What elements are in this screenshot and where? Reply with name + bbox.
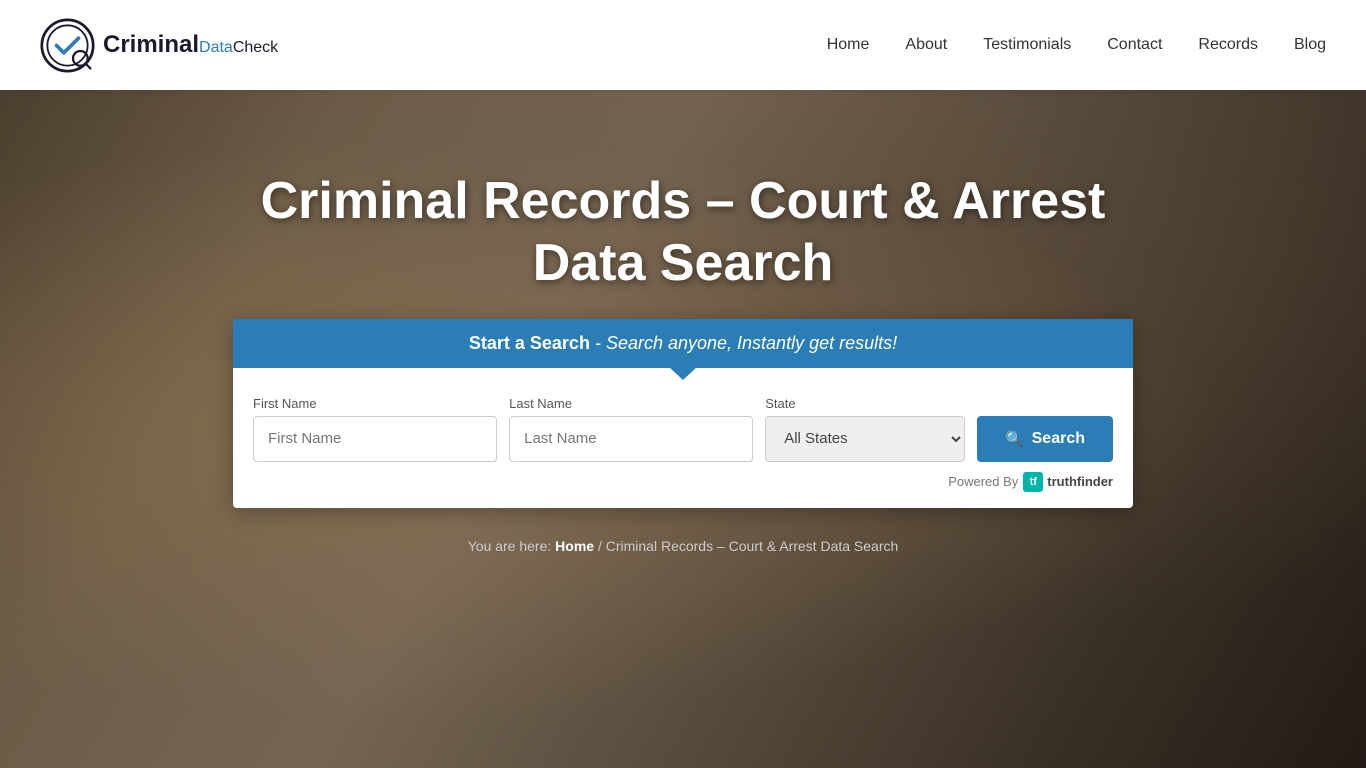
breadcrumb-prefix: You are here: xyxy=(468,538,555,554)
breadcrumb: You are here: Home / Criminal Records – … xyxy=(468,538,899,554)
hero-section: Criminal Records – Court & Arrest Data S… xyxy=(0,90,1366,768)
hero-content: Criminal Records – Court & Arrest Data S… xyxy=(0,90,1366,554)
truthfinder-logo: tf truthfinder xyxy=(1023,472,1113,492)
search-button-label: Search xyxy=(1032,430,1085,448)
hero-title-line1: Criminal Records – Court & Arrest xyxy=(261,172,1106,230)
search-icon: 🔍 xyxy=(1005,430,1024,448)
nav-records[interactable]: Records xyxy=(1198,36,1258,54)
logo-data: Data xyxy=(199,39,233,56)
breadcrumb-separator: / xyxy=(598,538,606,554)
truthfinder-icon: tf xyxy=(1023,472,1043,492)
nav-about[interactable]: About xyxy=(905,36,947,54)
logo-criminal: Criminal xyxy=(103,31,199,58)
lastname-label: Last Name xyxy=(509,396,753,411)
nav-contact[interactable]: Contact xyxy=(1107,36,1162,54)
header: CriminalDataCheck Home About Testimonial… xyxy=(0,0,1366,90)
nav-testimonials[interactable]: Testimonials xyxy=(983,36,1071,54)
hero-title: Criminal Records – Court & Arrest Data S… xyxy=(261,170,1106,295)
main-nav: Home About Testimonials Contact Records … xyxy=(827,36,1326,54)
logo-check: Check xyxy=(233,39,278,56)
search-widget: Start a Search - Search anyone, Instantl… xyxy=(233,319,1133,508)
truthfinder-name: truthfinder xyxy=(1047,474,1113,489)
firstname-field-group: First Name xyxy=(253,396,497,462)
lastname-input[interactable] xyxy=(509,416,753,462)
search-header-bold: Start a Search xyxy=(469,333,590,353)
powered-by: Powered By tf truthfinder xyxy=(253,472,1113,492)
logo: CriminalDataCheck xyxy=(40,18,278,73)
search-fields: First Name Last Name State All States Al… xyxy=(253,396,1113,462)
breadcrumb-current: Criminal Records – Court & Arrest Data S… xyxy=(606,538,899,554)
state-select[interactable]: All States Alabama Alaska Arizona Arkans… xyxy=(765,416,965,462)
search-header-text: Start a Search - Search anyone, Instantl… xyxy=(469,333,897,353)
breadcrumb-home[interactable]: Home xyxy=(555,538,594,554)
hero-title-line2: Data Search xyxy=(533,234,834,292)
powered-by-text: Powered By xyxy=(948,474,1018,489)
search-body: First Name Last Name State All States Al… xyxy=(233,368,1133,508)
state-field-group: State All States Alabama Alaska Arizona … xyxy=(765,396,965,462)
nav-home[interactable]: Home xyxy=(827,36,870,54)
search-header-italic: - Search anyone, Instantly get results! xyxy=(595,333,897,353)
nav-blog[interactable]: Blog xyxy=(1294,36,1326,54)
firstname-label: First Name xyxy=(253,396,497,411)
logo-icon xyxy=(40,18,95,73)
search-button[interactable]: 🔍 Search xyxy=(977,416,1113,462)
firstname-input[interactable] xyxy=(253,416,497,462)
state-label: State xyxy=(765,396,965,411)
logo-text: CriminalDataCheck xyxy=(103,31,278,59)
lastname-field-group: Last Name xyxy=(509,396,753,462)
search-header-bar: Start a Search - Search anyone, Instantl… xyxy=(233,319,1133,368)
